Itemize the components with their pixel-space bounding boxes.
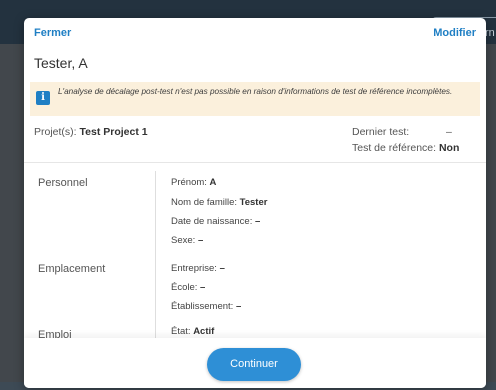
first-name-label: Prénom: [171, 177, 207, 188]
status-label: État: [171, 326, 191, 337]
company-label: Entreprise: [171, 263, 217, 274]
school-value: – [200, 282, 206, 293]
reference-test-label: Test de référence: [352, 142, 437, 154]
app-background-left [0, 44, 26, 390]
section-location-rule [155, 258, 156, 328]
school-label: École: [171, 282, 198, 293]
date-of-birth-value: – [254, 216, 261, 227]
status-field: État: Actif [171, 326, 214, 337]
school-field: École: – [171, 282, 205, 293]
continue-button[interactable]: Continuer [207, 348, 301, 381]
first-name-field: Prénom: A [171, 177, 216, 188]
last-test-label: Dernier test: [352, 126, 410, 138]
info-icon: i [36, 91, 50, 105]
facility-label: Établissement: [171, 301, 234, 312]
company-value: – [219, 263, 225, 274]
facility-value: – [235, 301, 242, 312]
edit-button[interactable]: Modifier [433, 27, 476, 39]
last-name-field: Nom de famille: Tester [171, 197, 267, 208]
status-value: Actif [193, 326, 215, 337]
close-button[interactable]: Fermer [34, 27, 71, 39]
dialog-footer: Continuer [24, 338, 486, 388]
date-of-birth-label: Date de naissance: [171, 216, 253, 227]
company-field: Entreprise: – [171, 263, 225, 274]
projects-summary: Projet(s): Test Project 1 [34, 126, 148, 138]
sex-field: Sexe: – [171, 235, 203, 246]
warning-notice: i L'analyse de décalage post-test n'est … [30, 82, 480, 116]
reference-test-value: Non [438, 142, 460, 154]
patient-summary-dialog: Fermer Modifier Tester, A i L'analyse de… [24, 18, 486, 388]
app-background-right [486, 44, 496, 390]
projects-value: Test Project 1 [79, 126, 148, 138]
facility-field: Établissement: – [171, 301, 241, 312]
first-name-value: A [209, 177, 217, 188]
dialog-header: Fermer Modifier [24, 18, 486, 50]
section-location-title: Emplacement [38, 263, 106, 275]
section-personal-title: Personnel [38, 177, 88, 189]
section-employment-title: Emploi [38, 329, 72, 338]
details-scroll-area[interactable]: Personnel Prénom: A Nom de famille: Test… [24, 163, 486, 338]
projects-label: Projet(s): [34, 126, 77, 138]
sex-label: Sexe: [171, 235, 196, 246]
reference-test-summary: Test de référence: Non [352, 142, 459, 154]
last-test-value: – [446, 126, 452, 138]
section-employment-rule [155, 325, 156, 338]
patient-name: Tester, A [34, 55, 88, 71]
notice-text: L'analyse de décalage post-test n'est pa… [58, 87, 453, 96]
last-name-label: Nom de famille: [171, 197, 237, 208]
sex-value: – [197, 235, 204, 246]
last-name-value: Tester [239, 197, 268, 208]
date-of-birth-field: Date de naissance: – [171, 216, 260, 227]
section-personal-rule [155, 171, 156, 263]
